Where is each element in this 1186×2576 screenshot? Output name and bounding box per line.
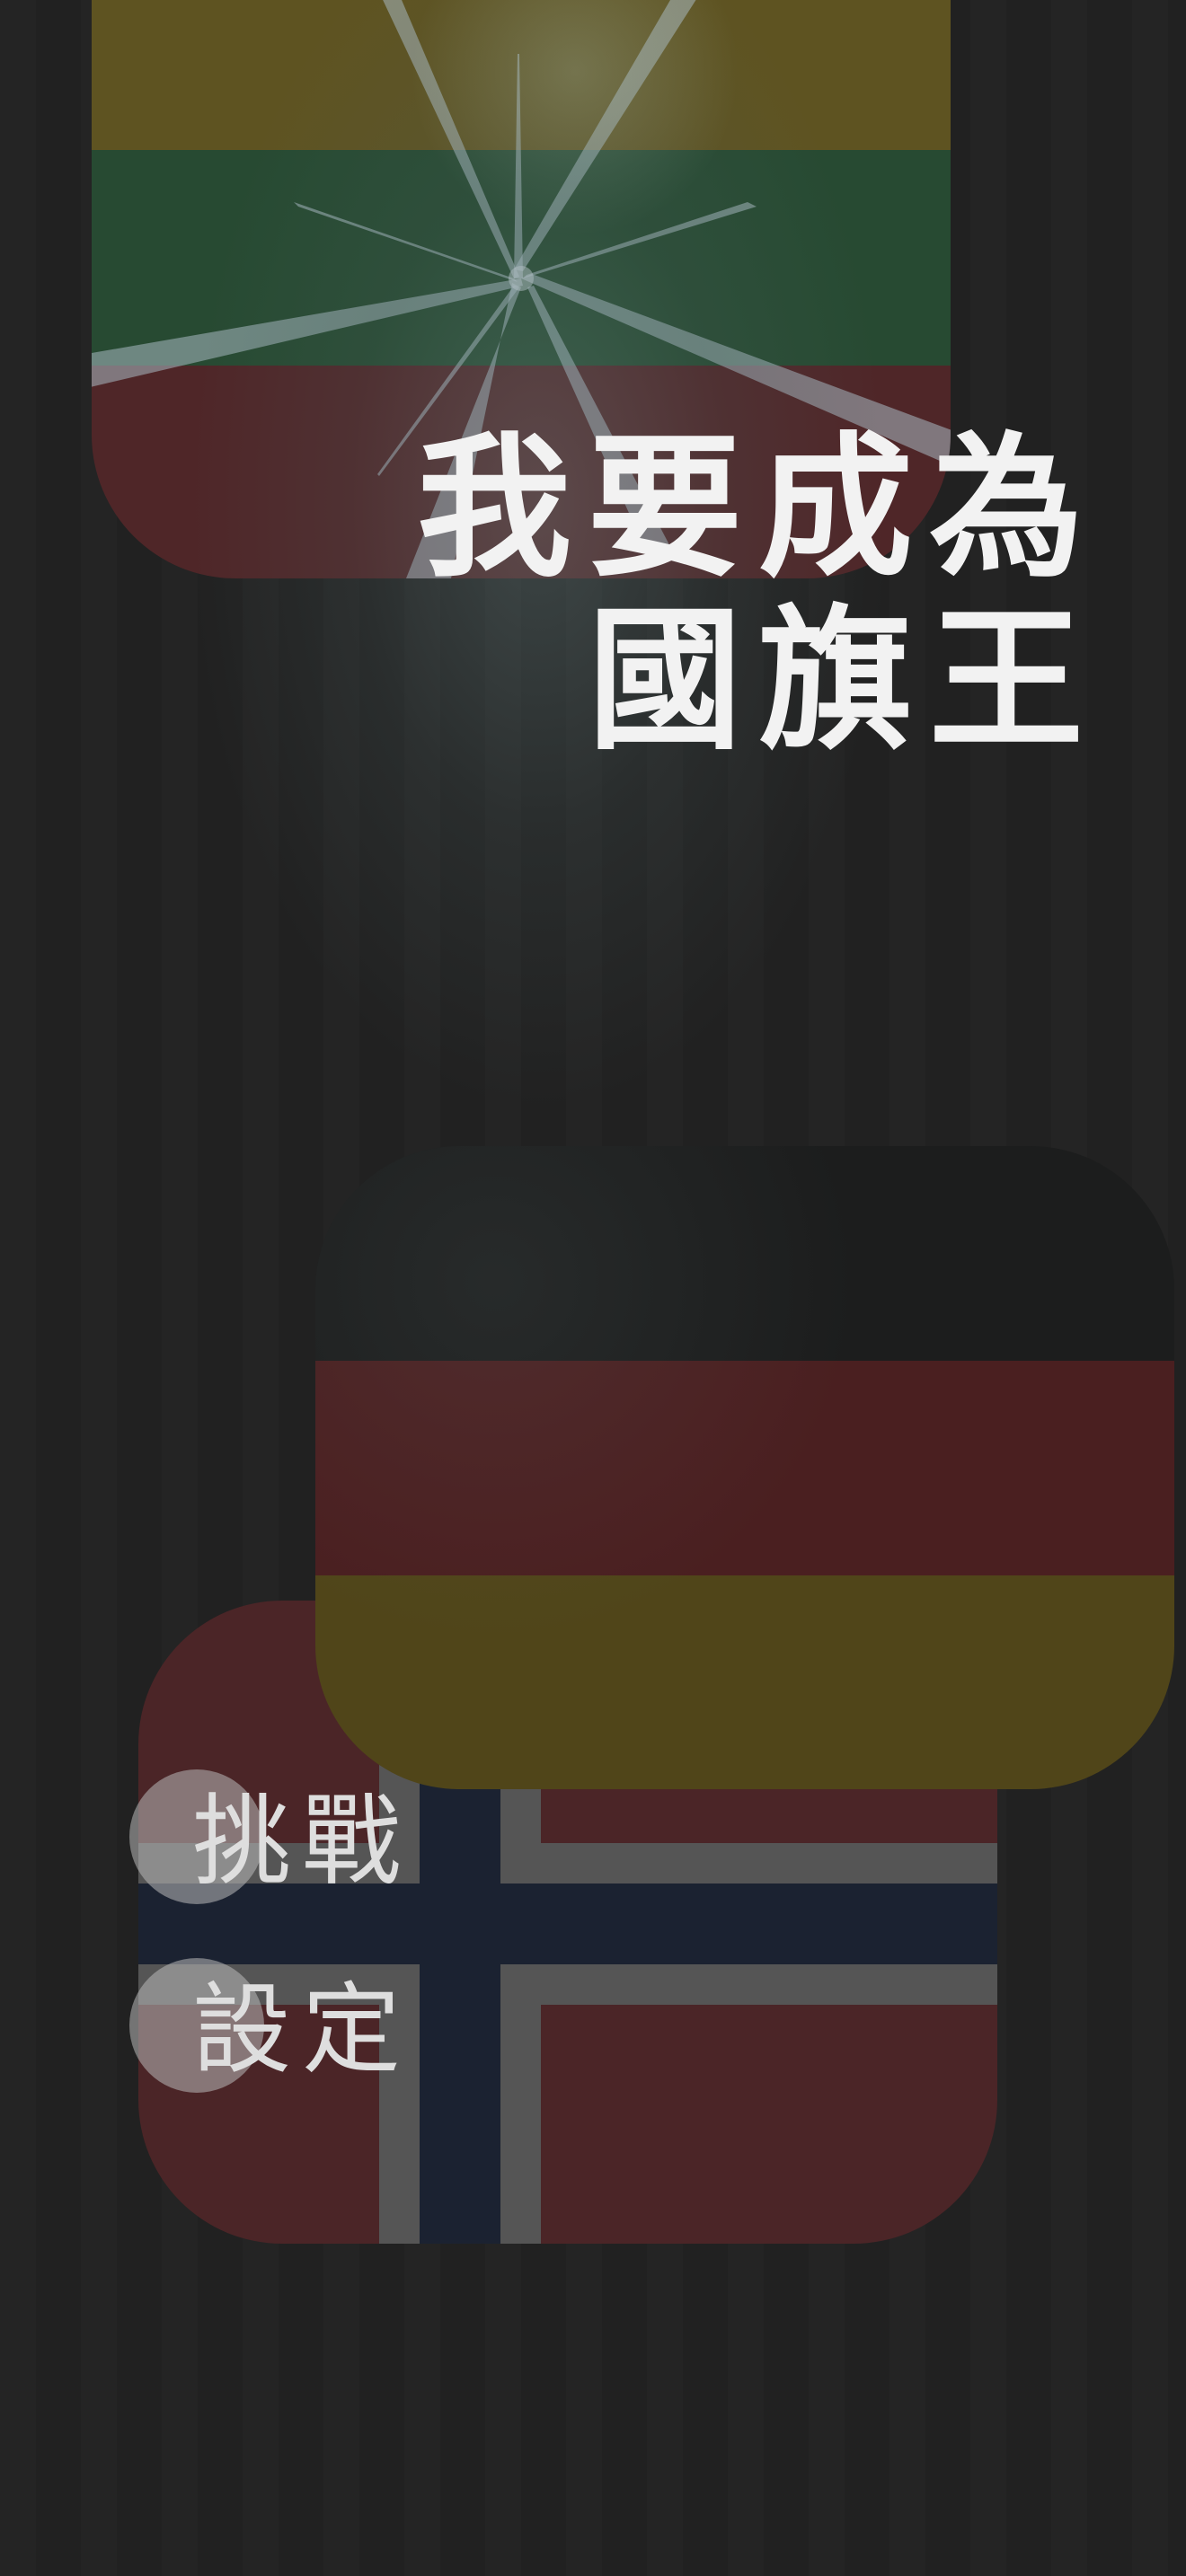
challenge-label: 挑戰: [192, 1784, 412, 1899]
title-line-2: 國旗王: [588, 590, 1100, 771]
game-start-screen: 我要成為 國旗王 挑戰 設定: [0, 0, 1186, 2576]
settings-label: 設定: [192, 1972, 412, 2087]
game-title: 我要成為 國旗王: [417, 422, 1100, 767]
flag-shade: [315, 1146, 1174, 1789]
title-line-1: 我要成為: [417, 418, 1100, 598]
flag-germany: [315, 1146, 1174, 1789]
